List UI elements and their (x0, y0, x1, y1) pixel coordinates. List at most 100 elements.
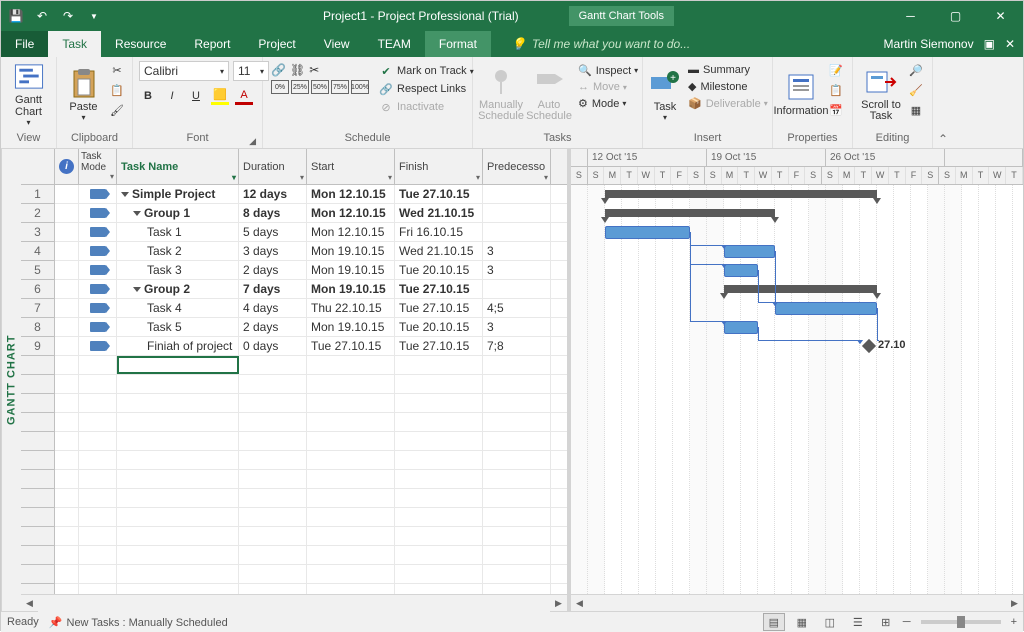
col-rownum[interactable] (21, 149, 55, 184)
predecessors-cell[interactable]: 3 (483, 318, 551, 336)
link-tasks-icon[interactable]: 🔗 (271, 63, 286, 77)
gantt-chart-area[interactable]: 27.10 (571, 185, 1023, 594)
pct-0-button[interactable]: 0% (271, 80, 289, 94)
inactivate-button[interactable]: ⊘ Inactivate (376, 99, 477, 115)
start-cell[interactable]: Mon 19.10.15 (307, 242, 395, 260)
task-bar[interactable] (724, 245, 775, 258)
timeline-add-icon[interactable]: 📅 (827, 101, 845, 119)
close-doc-icon[interactable]: ✕ (1005, 37, 1015, 51)
notes-icon[interactable]: 📝 (827, 61, 845, 79)
inspect-button[interactable]: 🔍Inspect ▾ (575, 63, 641, 78)
underline-button[interactable]: U (187, 87, 205, 105)
respect-links-button[interactable]: 🔗 Respect Links (376, 81, 477, 97)
task-name-cell[interactable]: Simple Project (117, 185, 239, 203)
move-button[interactable]: ↔Move ▾ (575, 80, 641, 94)
tab-file[interactable]: File (1, 31, 48, 57)
table-row[interactable]: 7Task 44 daysThu 22.10.15Tue 27.10.154;5 (21, 299, 567, 318)
paste-button[interactable]: Paste ▾ (61, 59, 106, 129)
mark-on-track-button[interactable]: ✔ Mark on Track ▾ (376, 63, 477, 79)
duration-cell[interactable]: 2 days (239, 261, 307, 279)
milestone-button[interactable]: ◆Milestone (685, 79, 771, 94)
task-bar[interactable] (775, 302, 877, 315)
duration-cell[interactable]: 12 days (239, 185, 307, 203)
view-usage-icon[interactable]: ▦ (791, 613, 813, 631)
finish-cell[interactable]: Wed 21.10.15 (395, 242, 483, 260)
task-name-cell[interactable]: Task 3 (117, 261, 239, 279)
col-task-mode[interactable]: Task Mode▾ (79, 149, 117, 184)
maximize-icon[interactable]: ▢ (933, 1, 978, 31)
redo-icon[interactable]: ↷ (59, 7, 77, 25)
zoom-slider[interactable] (921, 620, 1001, 624)
start-cell[interactable]: Tue 27.10.15 (307, 337, 395, 355)
view-team-icon[interactable]: ◫ (819, 613, 841, 631)
font-color-button[interactable]: A (235, 87, 253, 105)
table-row[interactable]: 8Task 52 daysMon 19.10.15Tue 20.10.153 (21, 318, 567, 337)
row-number[interactable]: 1 (21, 185, 55, 204)
task-name-cell[interactable]: Task 1 (117, 223, 239, 241)
row-number[interactable]: 7 (21, 299, 55, 318)
tab-view[interactable]: View (310, 31, 364, 57)
font-launcher-icon[interactable]: ◢ (249, 136, 256, 147)
pct-100-button[interactable]: 100% (351, 80, 369, 94)
finish-cell[interactable]: Fri 16.10.15 (395, 223, 483, 241)
task-bar[interactable] (724, 321, 758, 334)
table-row[interactable]: 3Task 15 daysMon 12.10.15Fri 16.10.15 (21, 223, 567, 242)
pct-50-button[interactable]: 50% (311, 80, 329, 94)
tab-project[interactable]: Project (244, 31, 309, 57)
collapse-ribbon-icon[interactable]: ⌃ (933, 57, 953, 148)
zoom-out-icon[interactable]: ─ (903, 616, 911, 628)
table-row[interactable]: 6Group 27 daysMon 19.10.15Tue 27.10.15 (21, 280, 567, 299)
table-row[interactable]: 4Task 23 daysMon 19.10.15Wed 21.10.153 (21, 242, 567, 261)
row-number[interactable]: 9 (21, 337, 55, 356)
row-number[interactable]: 4 (21, 242, 55, 261)
scroll-left-icon[interactable]: ◀ (21, 595, 38, 612)
finish-cell[interactable]: Wed 21.10.15 (395, 204, 483, 222)
duration-cell[interactable]: 5 days (239, 223, 307, 241)
fill-icon[interactable]: ▦ (907, 101, 925, 119)
start-cell[interactable]: Mon 12.10.15 (307, 223, 395, 241)
bold-button[interactable]: B (139, 87, 157, 105)
summary-bar[interactable] (724, 285, 877, 293)
tab-report[interactable]: Report (180, 31, 244, 57)
predecessors-cell[interactable] (483, 280, 551, 298)
predecessors-cell[interactable] (483, 185, 551, 203)
finish-cell[interactable]: Tue 27.10.15 (395, 280, 483, 298)
row-number[interactable]: 5 (21, 261, 55, 280)
view-resource-icon[interactable]: ☰ (847, 613, 869, 631)
task-name-cell[interactable]: Task 5 (117, 318, 239, 336)
finish-cell[interactable]: Tue 20.10.15 (395, 261, 483, 279)
format-painter-icon[interactable]: 🖌 (108, 101, 126, 119)
minimize-icon[interactable]: ─ (888, 1, 933, 31)
predecessors-cell[interactable] (483, 223, 551, 241)
scroll-to-task-button[interactable]: Scroll to Task (857, 59, 905, 129)
table-row[interactable]: 2Group 18 daysMon 12.10.15Wed 21.10.15 (21, 204, 567, 223)
cut-icon[interactable]: ✂ (108, 61, 126, 79)
scroll-left-icon[interactable]: ◀ (571, 595, 588, 612)
finish-cell[interactable]: Tue 20.10.15 (395, 318, 483, 336)
col-task-name[interactable]: Task Name▾ (117, 149, 239, 184)
task-name-cell[interactable]: Group 1 (117, 204, 239, 222)
col-predecessors[interactable]: Predecesso▾ (483, 149, 551, 184)
undo-icon[interactable]: ↶ (33, 7, 51, 25)
col-finish[interactable]: Finish▾ (395, 149, 483, 184)
tab-format[interactable]: Format (425, 31, 491, 57)
split-task-icon[interactable]: ✂ (309, 63, 319, 77)
task-name-cell[interactable]: Task 4 (117, 299, 239, 317)
tell-me-search[interactable]: 💡 Tell me what you want to do... (491, 31, 876, 57)
predecessors-cell[interactable]: 7;8 (483, 337, 551, 355)
user-name[interactable]: Martin Siemonov (884, 37, 974, 51)
table-row[interactable]: 1Simple Project12 daysMon 12.10.15Tue 27… (21, 185, 567, 204)
deliverable-button[interactable]: 📦Deliverable ▾ (685, 96, 771, 111)
task-name-cell[interactable]: Task 2 (117, 242, 239, 260)
clear-icon[interactable]: 🧹 (907, 81, 925, 99)
view-report-icon[interactable]: ⊞ (875, 613, 897, 631)
background-color-button[interactable]: 🟨 (211, 87, 229, 105)
start-cell[interactable]: Mon 19.10.15 (307, 280, 395, 298)
information-button[interactable]: Information (777, 59, 825, 129)
scroll-right-icon[interactable]: ▶ (550, 595, 567, 612)
predecessors-cell[interactable]: 3 (483, 261, 551, 279)
pct-25-button[interactable]: 25% (291, 80, 309, 94)
table-hscroll[interactable]: ◀ ▶ (21, 594, 567, 611)
details-icon[interactable]: 📋 (827, 81, 845, 99)
tab-task[interactable]: Task (48, 31, 101, 57)
